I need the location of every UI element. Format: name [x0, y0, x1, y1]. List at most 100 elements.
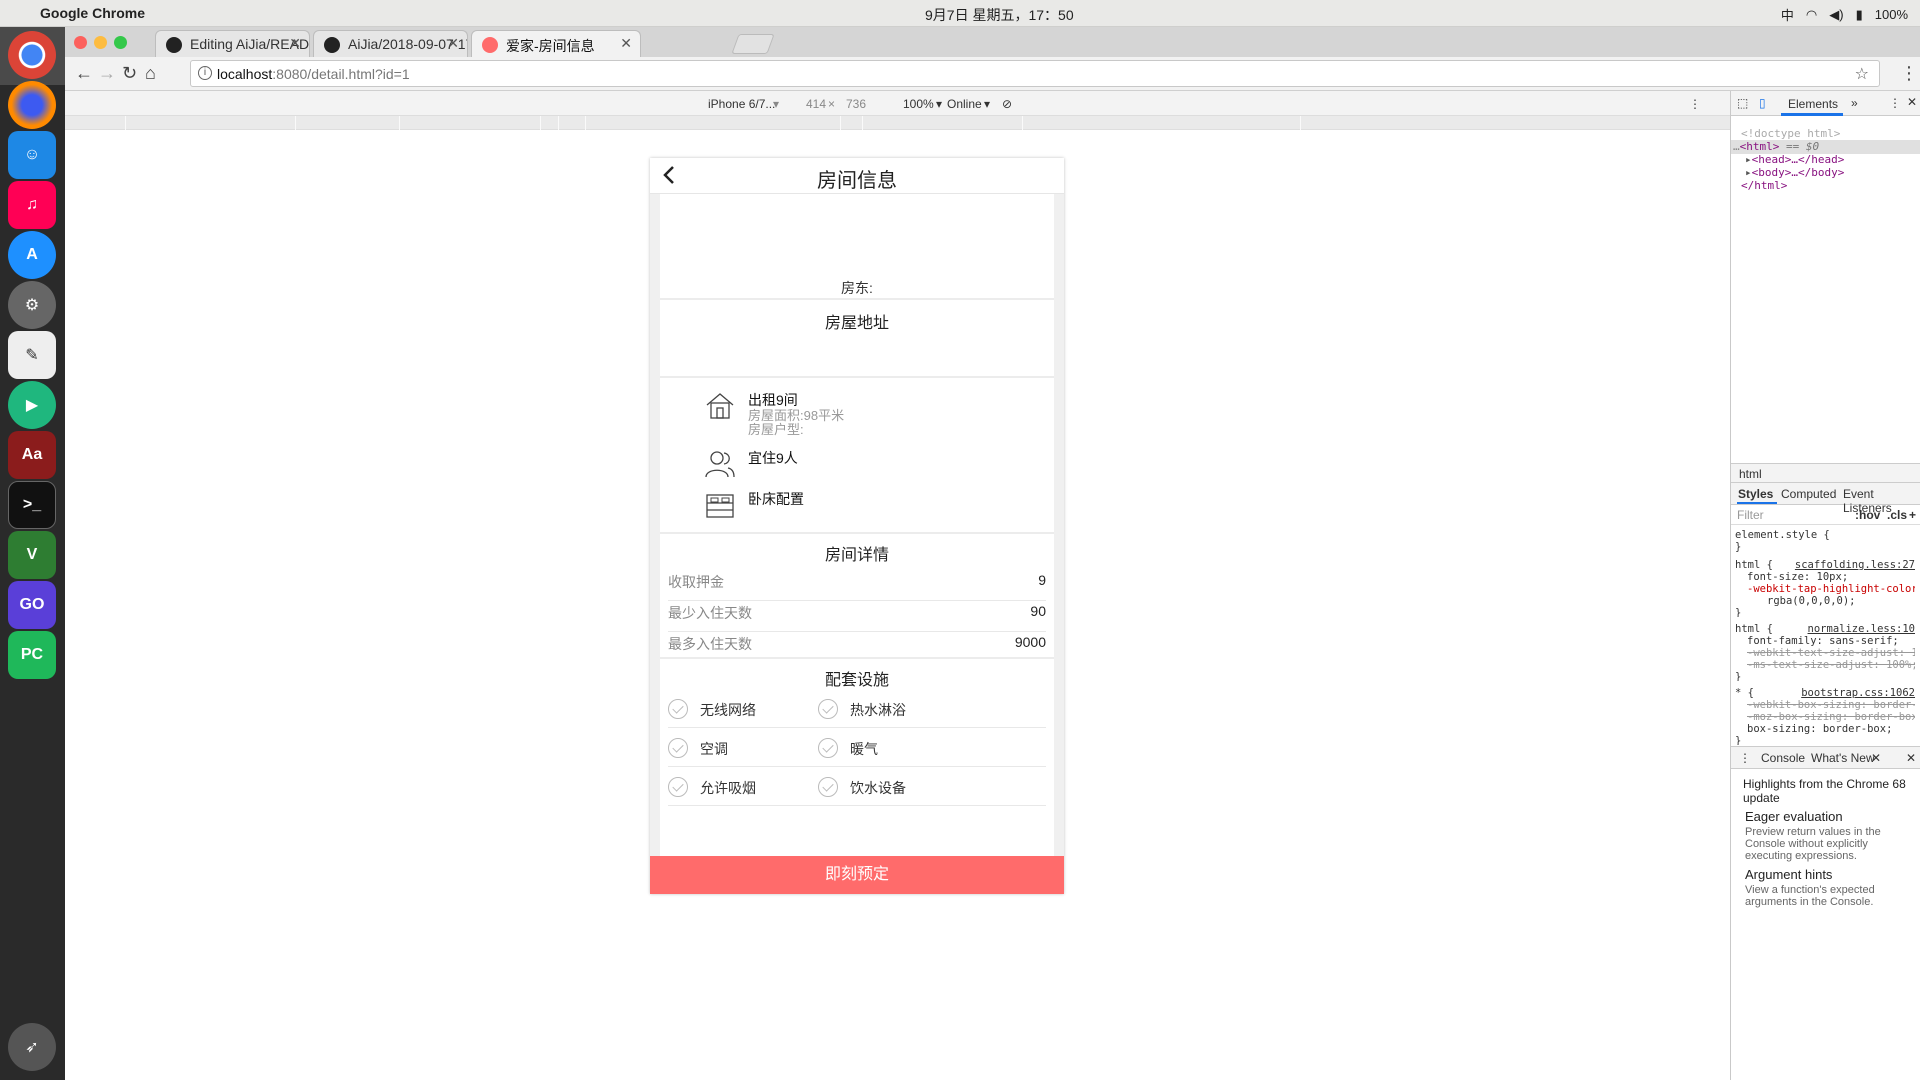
close-tab-icon[interactable]: ✕ [1871, 751, 1881, 765]
rooms-feature: 出租9间 房屋面积:98平米 房屋户型: [660, 390, 1054, 442]
url-path: :8080/detail.html?id=1 [272, 66, 410, 82]
address-heading: 房屋地址 [824, 315, 889, 332]
viewport-width[interactable]: 414 [806, 97, 826, 111]
chrome-menu-icon[interactable]: ⋮ [1900, 63, 1918, 84]
chevron-down-icon: ▾ [936, 97, 943, 111]
new-tab-button[interactable] [731, 34, 775, 54]
close-tab-icon[interactable]: ✕ [447, 35, 459, 52]
dictionary-icon[interactable]: Aa [8, 431, 56, 479]
finder-icon[interactable]: ☺ [8, 131, 56, 179]
volume-icon[interactable]: ◀) [1829, 7, 1843, 23]
add-rule-icon[interactable]: + [1909, 508, 1916, 522]
inspect-element-icon[interactable]: ⬚ [1737, 96, 1748, 110]
drawer-menu-icon[interactable]: ⋮ [1739, 751, 1751, 765]
close-devtools-icon[interactable]: ✕ [1907, 95, 1917, 109]
reload-icon[interactable]: ↻ [122, 63, 137, 84]
tab-strip: Editing AiJia/READ ✕ AiJia/2018-09-07 17… [65, 27, 1920, 57]
goland-icon[interactable]: GO [8, 581, 56, 629]
bookmark-star-icon[interactable]: ☆ [1855, 64, 1869, 84]
tab-whats-new[interactable]: What's New [1811, 751, 1875, 765]
site-info-icon[interactable]: i [198, 66, 212, 80]
rooms-layout: 房屋户型: [748, 422, 804, 437]
house-icon [706, 393, 734, 419]
devtools-menu-icon[interactable]: ⋮ [1889, 96, 1901, 110]
drawer-tabbar: ⋮ Console What's New ✕ ✕ [1731, 747, 1920, 769]
tab-room-info[interactable]: 爱家-房间信息 ✕ [471, 30, 641, 57]
home-button-icon[interactable]: ⌂ [145, 63, 156, 84]
check-circle-icon [668, 777, 688, 797]
styles-filter-input[interactable]: Filter :hov .cls + [1731, 505, 1920, 525]
section-divider [660, 532, 1054, 534]
capacity-text: 宜住9人 [748, 450, 798, 466]
input-method-indicator[interactable]: 中 [1781, 5, 1794, 24]
style-rule-element[interactable]: element.style { } [1735, 529, 1915, 553]
network-select[interactable]: Online [947, 97, 982, 111]
address-section: 房屋地址 [660, 302, 1054, 378]
close-tab-icon[interactable]: ✕ [620, 35, 632, 52]
tab-aijia-commit[interactable]: AiJia/2018-09-07 17 ✕ [313, 30, 468, 57]
dom-html-close[interactable]: </html> [1731, 179, 1920, 193]
hover-state-toggle[interactable]: :hov [1855, 508, 1880, 522]
dom-breadcrumb[interactable]: html [1731, 463, 1920, 483]
rotate-icon[interactable]: ⊘ [1002, 97, 1012, 111]
text-editor-icon[interactable]: ✎ [8, 331, 56, 379]
style-rule-normalize[interactable]: html { normalize.less:10 font-family: sa… [1735, 623, 1915, 681]
vim-icon[interactable]: V [8, 531, 56, 579]
forward-arrow-icon[interactable]: → [98, 63, 116, 84]
wifi-icon[interactable]: ◠ [1806, 7, 1817, 23]
bed-config-text: 卧床配置 [748, 491, 804, 507]
zoom-select[interactable]: 100% [903, 97, 934, 111]
style-rule-scaffolding[interactable]: html { scaffolding.less:27 font-size: 10… [1735, 559, 1915, 617]
tab-console[interactable]: Console [1761, 751, 1805, 765]
class-toggle[interactable]: .cls [1887, 508, 1907, 522]
check-circle-icon [818, 738, 838, 758]
tab-elements[interactable]: Elements [1788, 97, 1838, 111]
viewport-height[interactable]: 736 [846, 97, 866, 111]
book-now-button[interactable]: 即刻预定 [650, 856, 1064, 894]
close-tab-icon[interactable]: ✕ [289, 35, 301, 52]
device-toggle-icon[interactable]: ▯ [1759, 96, 1766, 110]
rule-source-link[interactable]: normalize.less:10 [1808, 623, 1915, 635]
media-query-bar[interactable] [65, 116, 1730, 130]
rule-source-link[interactable]: scaffolding.less:27 [1795, 559, 1915, 571]
media-player-icon[interactable]: ▶ [8, 381, 56, 429]
dom-html-node[interactable]: …<html> == $0 [1731, 140, 1920, 154]
tab-computed[interactable]: Computed [1781, 487, 1836, 501]
tab-styles[interactable]: Styles [1738, 487, 1773, 501]
more-options-icon[interactable]: ⋮ [1689, 97, 1701, 111]
app-store-icon[interactable]: A [8, 231, 56, 279]
bed-feature: 卧床配置 [660, 489, 1054, 529]
back-arrow-icon[interactable]: ← [75, 63, 93, 84]
more-tabs-icon[interactable]: » [1851, 96, 1858, 110]
rule-source-link[interactable]: bootstrap.css:1062 [1801, 687, 1915, 699]
news-title[interactable]: Argument hints [1745, 867, 1832, 882]
detail-value: 90 [1030, 603, 1046, 619]
close-drawer-icon[interactable]: ✕ [1906, 751, 1916, 765]
news-title[interactable]: Eager evaluation [1745, 809, 1843, 824]
system-clock[interactable]: 9月7日 星期五，17：50 [925, 5, 1074, 25]
detail-value: 9 [1038, 572, 1046, 588]
dom-body-node[interactable]: ▸<body>…</body> [1731, 166, 1920, 180]
chrome-icon[interactable] [8, 31, 56, 79]
address-bar[interactable]: i localhost:8080/detail.html?id=1 ☆ [190, 60, 1880, 87]
pycharm-icon[interactable]: PC [8, 631, 56, 679]
launcher-dock: ☺ ♫ A ⚙ ✎ ▶ Aa >_ V GO PC ➶ [0, 27, 65, 1080]
music-icon[interactable]: ♫ [8, 181, 56, 229]
dom-head-node[interactable]: ▸<head>…</head> [1731, 153, 1920, 167]
tab-editing-readme[interactable]: Editing AiJia/READ ✕ [155, 30, 310, 57]
chevron-down-icon: ▾ [984, 97, 991, 111]
terminal-icon[interactable]: >_ [8, 481, 56, 529]
launchpad-rocket-icon[interactable]: ➶ [8, 1023, 56, 1071]
home-icon [482, 37, 498, 53]
style-rule-bootstrap[interactable]: * { bootstrap.css:1062 -webkit-box-sizin… [1735, 687, 1915, 745]
page-title: 房间信息 [817, 170, 897, 192]
settings-gear-icon[interactable]: ⚙ [8, 281, 56, 329]
battery-icon[interactable]: ▮ [1856, 7, 1863, 23]
dom-doctype[interactable]: <!doctype html> [1731, 127, 1920, 141]
detail-label: 最少入住天数 [668, 605, 752, 621]
device-select[interactable]: iPhone 6/7... [708, 97, 775, 111]
minimize-window-button[interactable] [94, 36, 107, 49]
close-window-button[interactable] [74, 36, 87, 49]
firefox-icon[interactable] [8, 81, 56, 129]
maximize-window-button[interactable] [114, 36, 127, 49]
